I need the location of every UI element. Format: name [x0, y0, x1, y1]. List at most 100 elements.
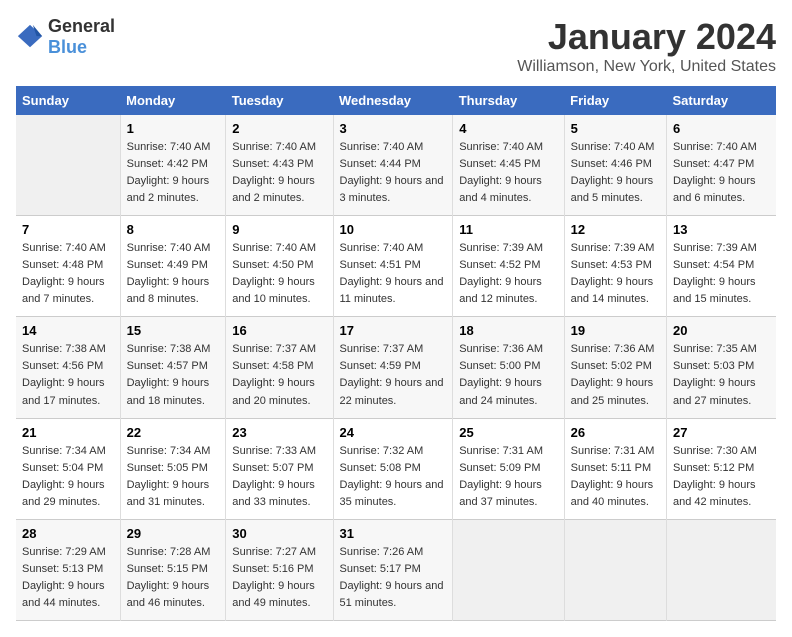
- day-info: Sunrise: 7:28 AMSunset: 5:15 PMDaylight:…: [127, 544, 220, 612]
- calendar-cell: 26Sunrise: 7:31 AMSunset: 5:11 PMDayligh…: [564, 418, 666, 519]
- header: General Blue January 2024 Williamson, Ne…: [16, 16, 776, 76]
- calendar-cell: 27Sunrise: 7:30 AMSunset: 5:12 PMDayligh…: [666, 418, 776, 519]
- day-info: Sunrise: 7:40 AMSunset: 4:43 PMDaylight:…: [232, 139, 326, 207]
- day-number: 3: [340, 121, 447, 136]
- calendar-cell: 7Sunrise: 7:40 AMSunset: 4:48 PMDaylight…: [16, 216, 120, 317]
- calendar-cell: 16 Sunrise: 7:37 AMSunset: 4:58 PMDayligh…: [226, 317, 333, 418]
- day-info: Sunrise: 7:31 AMSunset: 5:11 PMDaylight:…: [571, 443, 660, 511]
- day-number: 20: [673, 323, 770, 338]
- logo-icon: [16, 23, 44, 51]
- header-sunday: Sunday: [16, 86, 120, 115]
- day-number: 11: [459, 222, 557, 237]
- calendar-cell: 30 Sunrise: 7:27 AMSunset: 5:16 PMDayligh…: [226, 519, 333, 620]
- day-number: 4: [459, 121, 557, 136]
- header-saturday: Saturday: [666, 86, 776, 115]
- day-info: Sunrise: 7:37 AMSunset: 4:58 PMDaylight:…: [232, 341, 326, 409]
- day-number: 24: [340, 425, 447, 440]
- day-number: 14: [22, 323, 114, 338]
- calendar-cell: 18Sunrise: 7:36 AMSunset: 5:00 PMDayligh…: [453, 317, 564, 418]
- day-number: 22: [127, 425, 220, 440]
- calendar-cell: 4 Sunrise: 7:40 AMSunset: 4:45 PMDaylight…: [453, 115, 564, 216]
- calendar-cell: 31 Sunrise: 7:26 AMSunset: 5:17 PMDayligh…: [333, 519, 453, 620]
- day-number: 30: [232, 526, 326, 541]
- day-info: Sunrise: 7:36 AMSunset: 5:02 PMDaylight:…: [571, 341, 660, 409]
- calendar-cell: 8 Sunrise: 7:40 AMSunset: 4:49 PMDaylight…: [120, 216, 226, 317]
- day-number: 5: [571, 121, 660, 136]
- header-tuesday: Tuesday: [226, 86, 333, 115]
- day-info: Sunrise: 7:40 AMSunset: 4:45 PMDaylight:…: [459, 139, 557, 207]
- calendar-cell: 24 Sunrise: 7:32 AMSunset: 5:08 PMDayligh…: [333, 418, 453, 519]
- calendar-header-row: SundayMondayTuesdayWednesdayThursdayFrid…: [16, 86, 776, 115]
- day-info: Sunrise: 7:39 AMSunset: 4:52 PMDaylight:…: [459, 240, 557, 308]
- day-number: 29: [127, 526, 220, 541]
- day-info: Sunrise: 7:39 AMSunset: 4:54 PMDaylight:…: [673, 240, 770, 308]
- calendar-week-row: 7Sunrise: 7:40 AMSunset: 4:48 PMDaylight…: [16, 216, 776, 317]
- day-info: Sunrise: 7:27 AMSunset: 5:16 PMDaylight:…: [232, 544, 326, 612]
- day-number: 23: [232, 425, 326, 440]
- logo-blue-text: Blue: [48, 37, 87, 57]
- day-info: Sunrise: 7:29 AMSunset: 5:13 PMDaylight:…: [22, 544, 114, 612]
- calendar-cell: 9 Sunrise: 7:40 AMSunset: 4:50 PMDaylight…: [226, 216, 333, 317]
- logo-general-text: General: [48, 16, 115, 36]
- calendar-cell: 10 Sunrise: 7:40 AMSunset: 4:51 PMDayligh…: [333, 216, 453, 317]
- day-info: Sunrise: 7:32 AMSunset: 5:08 PMDaylight:…: [340, 443, 447, 511]
- title-area: January 2024 Williamson, New York, Unite…: [517, 16, 776, 76]
- calendar-cell: 6 Sunrise: 7:40 AMSunset: 4:47 PMDaylight…: [666, 115, 776, 216]
- calendar-cell: 21 Sunrise: 7:34 AMSunset: 5:04 PMDayligh…: [16, 418, 120, 519]
- day-info: Sunrise: 7:40 AMSunset: 4:49 PMDaylight:…: [127, 240, 220, 308]
- calendar-cell: [666, 519, 776, 620]
- calendar-table: SundayMondayTuesdayWednesdayThursdayFrid…: [16, 86, 776, 621]
- day-number: 12: [571, 222, 660, 237]
- day-number: 16: [232, 323, 326, 338]
- day-info: Sunrise: 7:33 AMSunset: 5:07 PMDaylight:…: [232, 443, 326, 511]
- day-number: 10: [340, 222, 447, 237]
- calendar-cell: 28 Sunrise: 7:29 AMSunset: 5:13 PMDayligh…: [16, 519, 120, 620]
- day-info: Sunrise: 7:26 AMSunset: 5:17 PMDaylight:…: [340, 544, 447, 612]
- day-number: 15: [127, 323, 220, 338]
- header-thursday: Thursday: [453, 86, 564, 115]
- day-number: 1: [127, 121, 220, 136]
- day-number: 13: [673, 222, 770, 237]
- day-info: Sunrise: 7:31 AMSunset: 5:09 PMDaylight:…: [459, 443, 557, 511]
- day-info: Sunrise: 7:40 AMSunset: 4:46 PMDaylight:…: [571, 139, 660, 207]
- calendar-cell: 14 Sunrise: 7:38 AMSunset: 4:56 PMDayligh…: [16, 317, 120, 418]
- day-info: Sunrise: 7:34 AMSunset: 5:05 PMDaylight:…: [127, 443, 220, 511]
- day-info: Sunrise: 7:40 AMSunset: 4:48 PMDaylight:…: [22, 240, 114, 308]
- day-info: Sunrise: 7:38 AMSunset: 4:56 PMDaylight:…: [22, 341, 114, 409]
- header-monday: Monday: [120, 86, 226, 115]
- day-number: 19: [571, 323, 660, 338]
- day-info: Sunrise: 7:37 AMSunset: 4:59 PMDaylight:…: [340, 341, 447, 409]
- calendar-cell: 22 Sunrise: 7:34 AMSunset: 5:05 PMDayligh…: [120, 418, 226, 519]
- day-number: 2: [232, 121, 326, 136]
- day-number: 31: [340, 526, 447, 541]
- calendar-cell: 13 Sunrise: 7:39 AMSunset: 4:54 PMDayligh…: [666, 216, 776, 317]
- day-number: 27: [673, 425, 770, 440]
- subtitle: Williamson, New York, United States: [517, 58, 776, 76]
- calendar-cell: 1Sunrise: 7:40 AMSunset: 4:42 PMDaylight…: [120, 115, 226, 216]
- day-info: Sunrise: 7:40 AMSunset: 4:47 PMDaylight:…: [673, 139, 770, 207]
- calendar-cell: 20 Sunrise: 7:35 AMSunset: 5:03 PMDayligh…: [666, 317, 776, 418]
- day-info: Sunrise: 7:40 AMSunset: 4:50 PMDaylight:…: [232, 240, 326, 308]
- day-info: Sunrise: 7:40 AMSunset: 4:51 PMDaylight:…: [340, 240, 447, 308]
- day-info: Sunrise: 7:35 AMSunset: 5:03 PMDaylight:…: [673, 341, 770, 409]
- calendar-cell: 12Sunrise: 7:39 AMSunset: 4:53 PMDayligh…: [564, 216, 666, 317]
- main-title: January 2024: [517, 16, 776, 58]
- calendar-cell: 2 Sunrise: 7:40 AMSunset: 4:43 PMDaylight…: [226, 115, 333, 216]
- calendar-week-row: 1Sunrise: 7:40 AMSunset: 4:42 PMDaylight…: [16, 115, 776, 216]
- day-info: Sunrise: 7:34 AMSunset: 5:04 PMDaylight:…: [22, 443, 114, 511]
- day-number: 21: [22, 425, 114, 440]
- day-number: 18: [459, 323, 557, 338]
- logo: General Blue: [16, 16, 115, 58]
- day-number: 28: [22, 526, 114, 541]
- calendar-cell: 19 Sunrise: 7:36 AMSunset: 5:02 PMDayligh…: [564, 317, 666, 418]
- day-number: 9: [232, 222, 326, 237]
- day-number: 25: [459, 425, 557, 440]
- calendar-cell: 11 Sunrise: 7:39 AMSunset: 4:52 PMDayligh…: [453, 216, 564, 317]
- day-info: Sunrise: 7:38 AMSunset: 4:57 PMDaylight:…: [127, 341, 220, 409]
- calendar-cell: 15 Sunrise: 7:38 AMSunset: 4:57 PMDayligh…: [120, 317, 226, 418]
- day-info: Sunrise: 7:40 AMSunset: 4:44 PMDaylight:…: [340, 139, 447, 207]
- calendar-cell: 5 Sunrise: 7:40 AMSunset: 4:46 PMDaylight…: [564, 115, 666, 216]
- day-number: 6: [673, 121, 770, 136]
- day-number: 8: [127, 222, 220, 237]
- calendar-cell: 29 Sunrise: 7:28 AMSunset: 5:15 PMDayligh…: [120, 519, 226, 620]
